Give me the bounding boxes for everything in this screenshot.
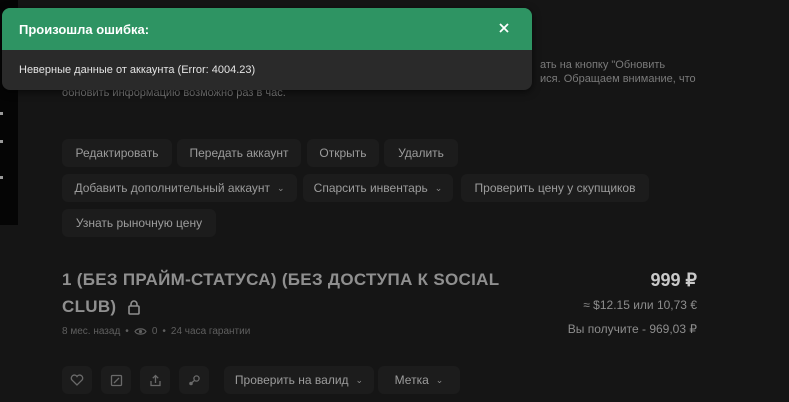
- listing-price: 999 ₽: [650, 270, 698, 290]
- check-valid-button[interactable]: Проверить на валид ⌄: [224, 366, 374, 394]
- sidebar-marker: [0, 140, 3, 143]
- toast-message: Неверные данные от аккаунта (Error: 4004…: [19, 64, 256, 76]
- steam-button[interactable]: [179, 366, 209, 394]
- check-buyer-price-button[interactable]: Проверить цену у скупщиков: [461, 174, 649, 202]
- listing-title-line1: 1 (БЕЗ ПРАЙМ-СТАТУСА) (БЕЗ ДОСТУПА К SOC…: [62, 270, 500, 289]
- toast-header: Произошла ошибка:: [2, 8, 532, 50]
- share-icon: [149, 374, 162, 387]
- chevron-down-icon: ⌄: [277, 182, 285, 193]
- edit-button-label: Редактировать: [75, 146, 159, 160]
- delete-button[interactable]: Удалить: [384, 139, 458, 167]
- chevron-down-icon: ⌄: [434, 182, 443, 193]
- listing-meta: 8 мес. назад • 0 • 24 часа гарантии: [62, 326, 250, 337]
- open-button[interactable]: Открыть: [307, 139, 379, 167]
- eye-icon: [134, 327, 147, 336]
- parse-inventory-label: Спарсить инвентарь: [313, 181, 428, 195]
- heart-icon: [70, 374, 84, 386]
- parse-inventory-button[interactable]: Спарсить инвентарь ⌄: [303, 174, 453, 202]
- tag-dropdown[interactable]: Метка ⌄: [378, 366, 460, 394]
- sidebar-marker: [0, 176, 3, 179]
- seller-receives: Вы получите - 969,03 ₽: [567, 322, 697, 336]
- market-price-label: Узнать рыночную цену: [75, 216, 203, 230]
- listing-title-line2: CLUB): [62, 297, 141, 317]
- guarantee-text: 24 часа гарантии: [170, 326, 251, 337]
- listing-title-text: CLUB): [62, 297, 117, 316]
- tag-label: Метка: [394, 373, 429, 387]
- transfer-account-button[interactable]: Передать аккаунт: [177, 139, 301, 167]
- transfer-account-label: Передать аккаунт: [189, 146, 289, 160]
- check-valid-label: Проверить на валид: [234, 373, 349, 387]
- sidebar-marker: [0, 112, 3, 115]
- steam-icon: [187, 374, 201, 387]
- open-label: Открыть: [319, 146, 367, 160]
- views-count: 0: [151, 326, 158, 337]
- lock-icon: [127, 299, 141, 315]
- listing-age: 8 мес. назад: [62, 326, 121, 337]
- market-price-button[interactable]: Узнать рыночную цену: [62, 209, 216, 237]
- separator-dot: •: [125, 326, 129, 337]
- edit-button[interactable]: Редактировать: [62, 139, 172, 167]
- notice-text: ися. Обращаем внимание, что: [540, 73, 696, 85]
- separator-dot: •: [162, 326, 166, 337]
- add-extra-account-label: Добавить дополнительный аккаунт: [74, 181, 270, 195]
- share-button[interactable]: [140, 366, 170, 394]
- toast-title: Произошла ошибка:: [19, 21, 150, 37]
- chevron-down-icon: ⌄: [355, 374, 364, 385]
- price-converted: ≈ $12.15 или 10,73 €: [583, 298, 697, 312]
- error-toast: Произошла ошибка: Неверные данные от акк…: [2, 8, 532, 90]
- close-icon[interactable]: [496, 20, 512, 36]
- edit-note-icon: [110, 374, 123, 387]
- favorite-button[interactable]: [62, 366, 92, 394]
- edit-note-button[interactable]: [101, 366, 131, 394]
- add-extra-account-button[interactable]: Добавить дополнительный аккаунт ⌄: [62, 174, 297, 202]
- check-buyer-price-label: Проверить цену у скупщиков: [474, 181, 636, 195]
- delete-label: Удалить: [398, 146, 444, 160]
- chevron-down-icon: ⌄: [435, 374, 444, 385]
